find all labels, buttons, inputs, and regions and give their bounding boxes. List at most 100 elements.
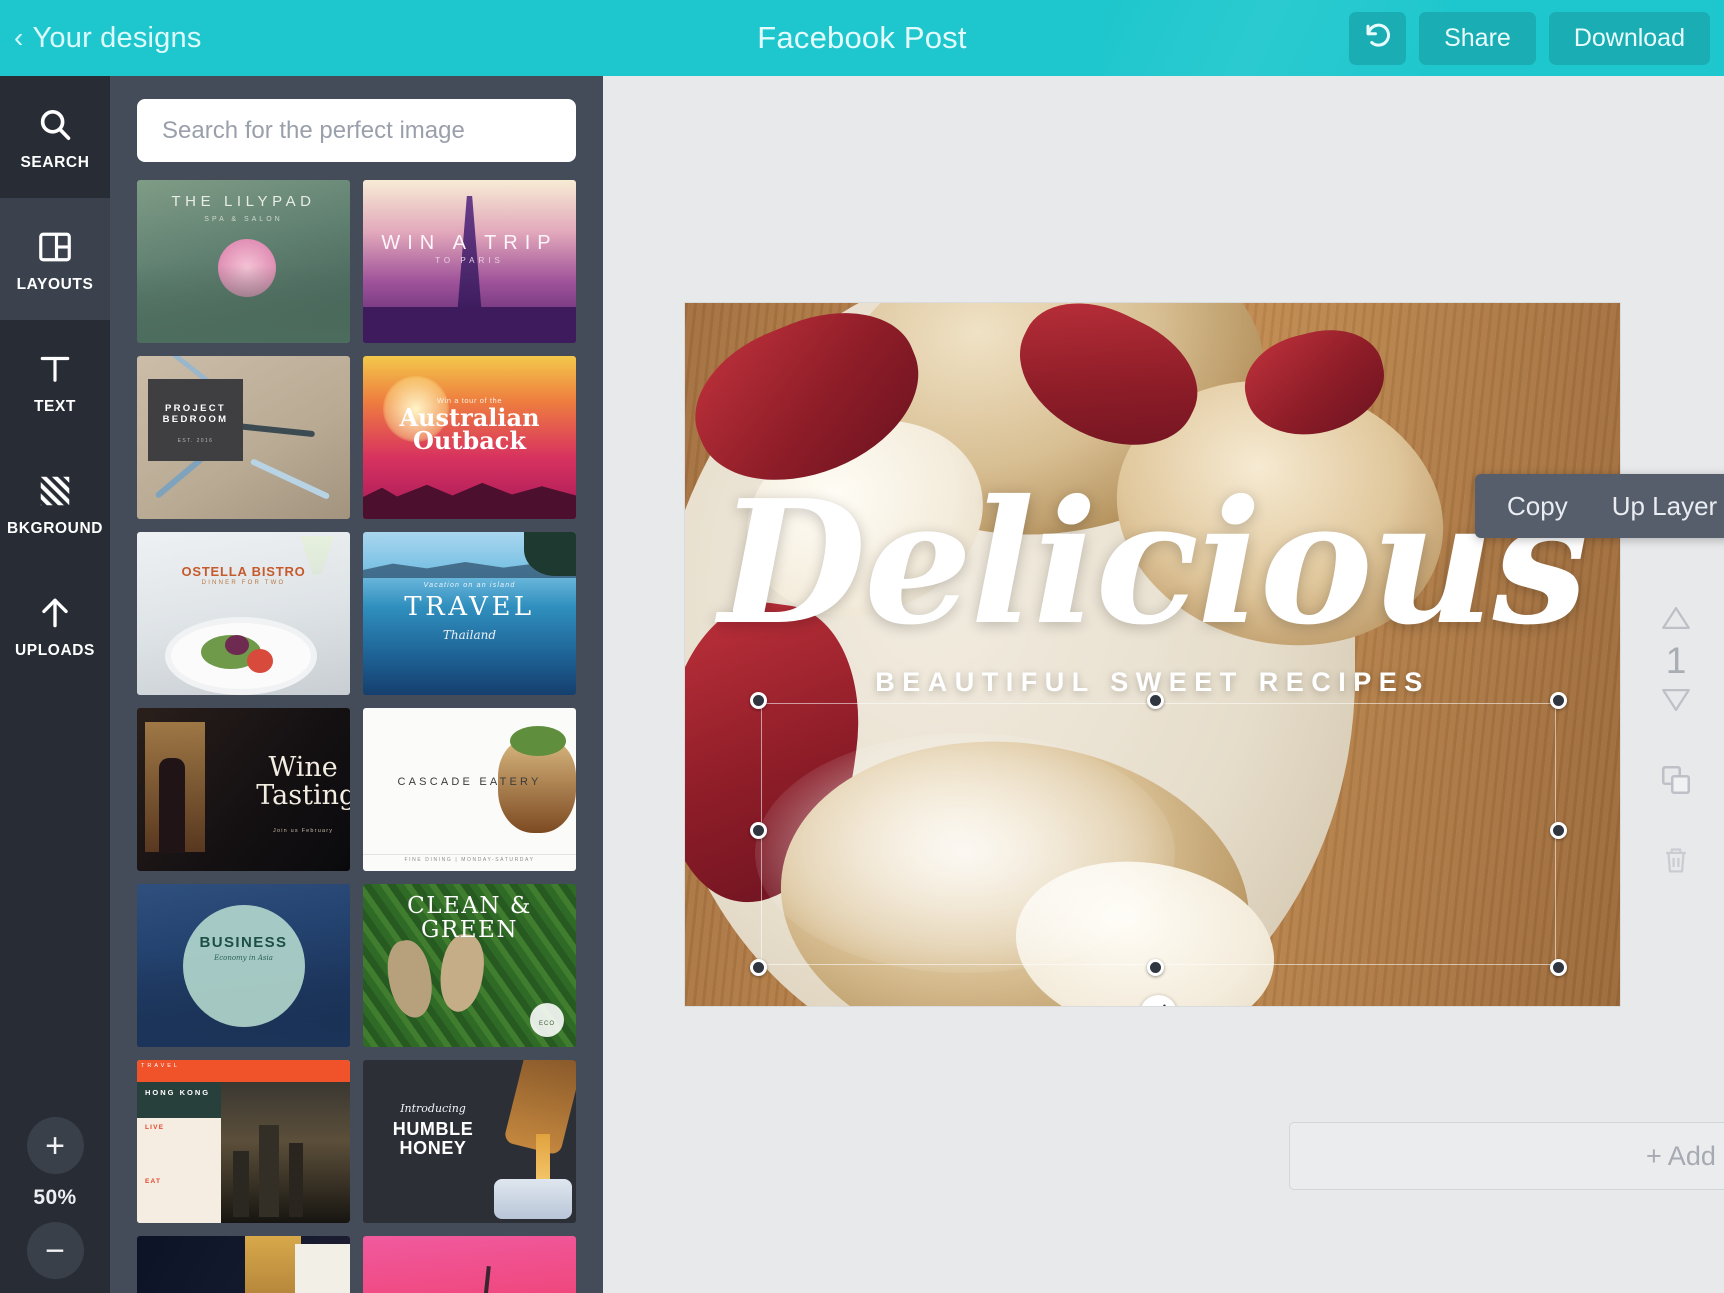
- up-layer-button[interactable]: Up Layer: [1590, 491, 1724, 522]
- template-subtitle: Economy in Asia: [214, 954, 273, 962]
- undo-button[interactable]: [1349, 11, 1407, 65]
- template-title: THE LILYPAD: [171, 193, 316, 210]
- template-subtitle: Introducing: [400, 1102, 466, 1115]
- copy-button[interactable]: Copy: [1485, 491, 1590, 522]
- element-context-toolbar: Copy Up Layer Down Layer: [1475, 474, 1724, 538]
- search-area: [110, 76, 603, 180]
- search-input[interactable]: [137, 99, 576, 162]
- template-subtitle: ECO: [538, 1021, 555, 1027]
- template-subtitle: SPA & SALON: [204, 216, 283, 223]
- template-subtitle: Join us February: [273, 828, 334, 834]
- template-thumbnail[interactable]: TRAVEL HONG KONG LIVE EAT: [137, 1060, 350, 1223]
- zoom-out-button[interactable]: −: [26, 1222, 84, 1279]
- add-new-page-button[interactable]: + Add a new page: [1289, 1122, 1724, 1190]
- template-section-live: LIVE: [145, 1124, 165, 1131]
- template-thumbnail[interactable]: THE LILYPAD SPA & SALON: [137, 180, 350, 343]
- move-page-down-button[interactable]: [1659, 683, 1693, 722]
- resize-handle-bottom-right[interactable]: [1550, 959, 1567, 976]
- duplicate-pages-icon: [1658, 762, 1694, 803]
- zoom-level-value: 50%: [33, 1186, 77, 1209]
- layouts-panel: THE LILYPAD SPA & SALON WIN A TRIP TO PA…: [110, 76, 603, 1293]
- template-thumbnail[interactable]: FASHION SALON: [363, 1236, 576, 1293]
- canvas-stage: Delicious BEAUTIFUL SWEET RECIPES Copy U…: [603, 76, 1724, 1293]
- sidebar-item-background[interactable]: BKGROUND: [0, 442, 110, 564]
- triangle-down-icon: [1659, 683, 1693, 722]
- delete-page-button[interactable]: [1659, 843, 1693, 882]
- template-subtitle: FINE DINING | MONDAY-SATURDAY: [404, 857, 535, 863]
- template-title: Wine Tasting: [256, 752, 350, 811]
- template-grid: THE LILYPAD SPA & SALON WIN A TRIP TO PA…: [110, 180, 603, 1293]
- design-artboard[interactable]: Delicious BEAUTIFUL SWEET RECIPES: [685, 303, 1620, 1006]
- back-link-label: Your designs: [32, 21, 202, 54]
- template-title: TRAVEL: [404, 592, 535, 622]
- resize-handle-middle-right[interactable]: [1550, 822, 1567, 839]
- undo-arrow-icon: [1363, 20, 1393, 57]
- template-title: HUMBLE HONEY: [392, 1119, 474, 1159]
- header-actions: Share Download: [1349, 0, 1710, 76]
- template-thumbnail[interactable]: Win a tour of the Australian Outback: [363, 356, 576, 519]
- template-thumbnail[interactable]: CASCADE EATERY FINE DINING | MONDAY-SATU…: [363, 708, 576, 871]
- resize-handle-top-center[interactable]: [1146, 692, 1164, 709]
- resize-handle-bottom-center[interactable]: [1146, 959, 1164, 976]
- template-subtitle: DINNER FOR TWO: [201, 580, 286, 586]
- sidebar-item-layouts-label: LAYOUTS: [16, 275, 94, 293]
- resize-handle-bottom-left[interactable]: [750, 959, 767, 976]
- resize-handle-top-right[interactable]: [1550, 692, 1567, 709]
- sidebar-item-uploads-label: UPLOADS: [15, 641, 95, 659]
- upload-arrow-icon: [36, 591, 74, 635]
- template-thumbnail[interactable]: CLEAN & GREEN ECO: [363, 884, 576, 1047]
- canva-editor-app: ‹ Your designs Facebook Post Share Downl…: [0, 0, 1724, 1293]
- letter-t-icon: [37, 347, 73, 391]
- template-thumbnail[interactable]: Vacation on an island TRAVEL Thailand: [363, 532, 576, 695]
- document-title-text: Facebook Post: [757, 20, 967, 55]
- template-subtitle-top: Vacation on an island: [423, 582, 516, 589]
- resize-handle-middle-left[interactable]: [750, 822, 767, 839]
- duplicate-page-button[interactable]: [1658, 762, 1694, 803]
- template-thumbnail[interactable]: Wine Tasting Join us February: [137, 708, 350, 871]
- page-tools-strip: 1: [1628, 601, 1724, 882]
- template-title: PROJECT BEDROOM: [162, 403, 229, 425]
- triangle-up-icon: [1659, 601, 1693, 640]
- template-section-eat: EAT: [145, 1178, 162, 1185]
- template-thumbnail[interactable]: TRADITION: [137, 1236, 350, 1293]
- template-subtitle: EST. 2016: [177, 438, 214, 444]
- sidebar-item-text[interactable]: TEXT: [0, 320, 110, 442]
- sidebar-item-background-label: BKGROUND: [6, 519, 104, 537]
- template-thumbnail[interactable]: WIN A TRIP TO PARIS: [363, 180, 576, 343]
- page-number: 1: [1665, 640, 1687, 681]
- template-title: BUSINESS: [199, 934, 288, 951]
- template-thumbnail[interactable]: Introducing HUMBLE HONEY: [363, 1060, 576, 1223]
- sidebar-item-layouts[interactable]: LAYOUTS: [0, 198, 110, 320]
- layout-grid-icon: [37, 225, 73, 269]
- template-title: HONG KONG: [145, 1088, 211, 1097]
- template-title: Australian Outback: [399, 403, 540, 456]
- template-title: OSTELLA BISTRO: [181, 564, 306, 579]
- sidebar-item-search[interactable]: SEARCH: [0, 76, 110, 198]
- template-subtitle: TO PARIS: [435, 256, 504, 265]
- template-title: CASCADE EATERY: [397, 776, 542, 788]
- selection-frame[interactable]: [750, 692, 1567, 1006]
- left-tool-rail: SEARCH LAYOUTS TEXT BKGROUND UPLOADS + 5…: [0, 76, 110, 1293]
- move-page-up-button[interactable]: [1659, 601, 1693, 640]
- chevron-left-icon: ‹: [14, 22, 24, 53]
- sidebar-item-text-label: TEXT: [33, 397, 76, 415]
- app-header: ‹ Your designs Facebook Post Share Downl…: [0, 0, 1724, 76]
- trash-icon: [1659, 843, 1693, 882]
- sidebar-item-uploads[interactable]: UPLOADS: [0, 564, 110, 686]
- zoom-in-button[interactable]: +: [26, 1117, 84, 1174]
- template-thumbnail[interactable]: OSTELLA BISTRO DINNER FOR TWO: [137, 532, 350, 695]
- template-title: CLEAN & GREEN: [407, 893, 532, 944]
- resize-handle-top-left[interactable]: [750, 692, 767, 709]
- magnifier-icon: [36, 103, 74, 147]
- zoom-controls: + 50% −: [0, 1117, 110, 1293]
- template-thumbnail[interactable]: BUSINESS Economy in Asia: [137, 884, 350, 1047]
- template-subtitle: TRAVEL: [141, 1063, 180, 1069]
- template-title: WIN A TRIP: [381, 232, 558, 254]
- back-to-your-designs-link[interactable]: ‹ Your designs: [14, 22, 202, 55]
- template-subtitle: Thailand: [442, 628, 497, 642]
- template-thumbnail[interactable]: PROJECT BEDROOM EST. 2016: [137, 356, 350, 519]
- download-button[interactable]: Download: [1548, 11, 1710, 65]
- hatch-pattern-icon: [36, 469, 74, 513]
- sidebar-item-search-label: SEARCH: [20, 153, 90, 171]
- share-button[interactable]: Share: [1419, 11, 1536, 65]
